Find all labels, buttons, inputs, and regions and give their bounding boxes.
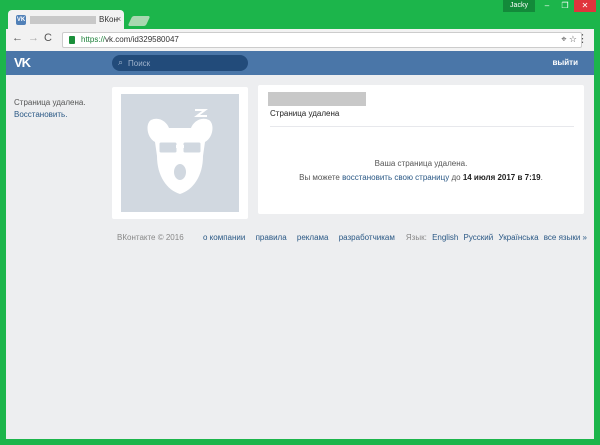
footer-link-rules[interactable]: правила <box>256 233 287 242</box>
profile-chip[interactable]: Jacky <box>503 0 535 12</box>
back-arrow-icon[interactable]: ← <box>12 32 23 44</box>
profile-name-redacted <box>268 92 366 106</box>
deleted-message: Ваша страница удалена. Вы можете восстан… <box>258 157 584 185</box>
tab-close-icon[interactable]: × <box>116 14 121 24</box>
vk-logo[interactable]: VK <box>14 55 31 70</box>
restore-page-link[interactable]: восстановить свою страницу <box>342 173 449 182</box>
footer-copyright: ВКонтакте © 2016 <box>117 233 184 242</box>
profile-status: Страница удалена <box>270 109 340 118</box>
tab-title-redacted <box>30 16 96 24</box>
language-russian[interactable]: Русский <box>464 233 494 242</box>
window-controls: – ❐ ✕ <box>538 0 596 12</box>
avatar-card <box>112 87 248 219</box>
reload-icon[interactable]: C <box>44 32 52 44</box>
footer-link-ads[interactable]: реклама <box>297 233 329 242</box>
vk-favicon-icon: VK <box>16 15 26 25</box>
language-ukrainian[interactable]: Українська <box>498 233 538 242</box>
browser-tab[interactable]: VK ВКон × <box>8 10 124 30</box>
new-tab-button[interactable] <box>127 16 151 26</box>
restore-link[interactable]: Восстановить. <box>14 109 86 121</box>
left-menu: Страница удалена. Восстановить. <box>14 97 86 121</box>
language-switcher: Язык: English Русский Українська все язы… <box>406 233 587 242</box>
profile-card: Страница удалена Ваша страница удалена. … <box>258 85 584 214</box>
footer-link-developers[interactable]: разработчикам <box>339 233 395 242</box>
logout-link[interactable]: выйти <box>552 58 578 67</box>
vk-header: VK ⌕ выйти <box>6 51 594 75</box>
divider <box>270 126 574 127</box>
search-icon: ⌕ <box>118 57 124 67</box>
language-english[interactable]: English <box>432 233 458 242</box>
restore-deadline: 14 июля 2017 в 7:19 <box>462 173 541 182</box>
deleted-notice: Страница удалена. <box>14 98 86 107</box>
browser-window: VK ВКон × Jacky – ❐ ✕ ← → C https://vk.c… <box>0 0 600 445</box>
lock-icon <box>69 36 75 44</box>
address-url[interactable]: https://vk.com/id329580047 <box>81 35 179 44</box>
minimize-icon[interactable]: – <box>538 0 556 12</box>
language-all[interactable]: все языки » <box>544 233 587 242</box>
maximize-icon[interactable]: ❐ <box>556 0 574 12</box>
browser-toolbar: ← → C https://vk.com/id329580047 ⌖ ☆ ⋮ <box>6 29 594 51</box>
search-box[interactable]: ⌕ <box>112 55 248 71</box>
bookmark-star-icon[interactable]: ⌖ ☆ <box>561 34 577 45</box>
language-label: Язык: <box>405 233 427 242</box>
deleted-avatar <box>121 94 239 212</box>
deleted-message-body: Вы можете восстановить свою страницу до … <box>299 173 543 182</box>
forward-arrow-icon[interactable]: → <box>28 32 39 44</box>
footer-links: о компании правила реклама разработчикам <box>203 233 403 242</box>
deleted-message-title: Ваша страница удалена. <box>374 159 468 168</box>
close-window-icon[interactable]: ✕ <box>574 0 596 12</box>
page-content: Страница удалена. Восстановить. Страница… <box>6 75 594 439</box>
browser-menu-icon[interactable]: ⋮ <box>577 32 588 45</box>
deleted-dog-icon <box>147 109 213 194</box>
address-bar[interactable]: https://vk.com/id329580047 ⌖ ☆ <box>62 32 582 48</box>
footer-link-about[interactable]: о компании <box>203 233 245 242</box>
search-input[interactable] <box>128 57 238 69</box>
